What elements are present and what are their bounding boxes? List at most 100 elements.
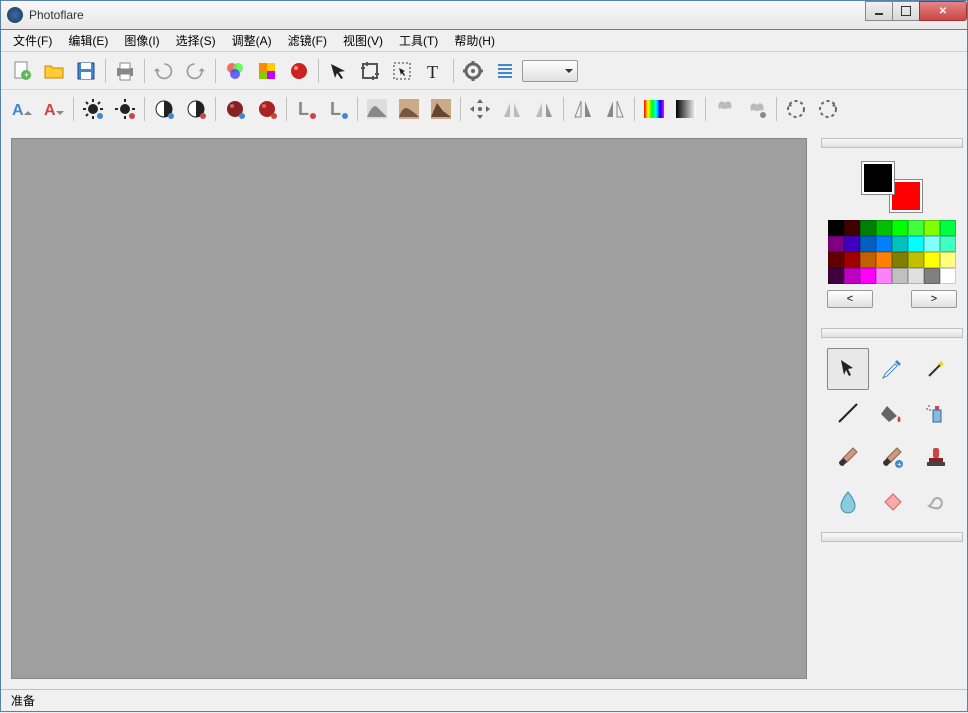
palette-swatch[interactable] xyxy=(908,236,924,252)
palette-swatch[interactable] xyxy=(924,252,940,268)
tools-panel-header[interactable] xyxy=(821,328,963,338)
palette-swatch[interactable] xyxy=(860,220,876,236)
background-color[interactable] xyxy=(890,180,922,212)
red-circle-icon[interactable] xyxy=(284,56,314,86)
contrast-up-icon[interactable] xyxy=(149,94,179,124)
close-button[interactable] xyxy=(919,1,967,21)
checker-icon[interactable] xyxy=(252,56,282,86)
menu-image[interactable]: 图像(I) xyxy=(116,30,167,51)
canvas[interactable] xyxy=(11,138,807,679)
palette-swatch[interactable] xyxy=(828,236,844,252)
saturation-up-icon[interactable] xyxy=(220,94,250,124)
undo-icon[interactable] xyxy=(149,56,179,86)
text-icon[interactable]: T xyxy=(419,56,449,86)
menu-adjust[interactable]: 调整(A) xyxy=(224,30,280,51)
histogram1-icon[interactable] xyxy=(362,94,392,124)
brush-tool[interactable] xyxy=(827,436,869,478)
palette-swatch[interactable] xyxy=(892,252,908,268)
color-panel-header[interactable] xyxy=(821,138,963,148)
select-rect-icon[interactable] xyxy=(387,56,417,86)
color-indicator[interactable] xyxy=(862,162,922,212)
rgb-circles-icon[interactable] xyxy=(220,56,250,86)
brightness-down-icon[interactable] xyxy=(110,94,140,124)
flip-v-gray-icon[interactable] xyxy=(529,94,559,124)
palette-swatch[interactable] xyxy=(892,220,908,236)
gamma-L-icon[interactable]: L xyxy=(291,94,321,124)
menu-help[interactable]: 帮助(H) xyxy=(446,30,503,51)
saturation-down-icon[interactable] xyxy=(252,94,282,124)
palette-swatch[interactable] xyxy=(844,236,860,252)
palette-swatch[interactable] xyxy=(860,252,876,268)
settings-icon[interactable] xyxy=(458,56,488,86)
text-a-blue-icon[interactable]: A xyxy=(7,94,37,124)
butterfly2-icon[interactable] xyxy=(742,94,772,124)
palette-swatch[interactable] xyxy=(876,236,892,252)
line-tool[interactable] xyxy=(827,392,869,434)
flip-h-icon[interactable] xyxy=(568,94,598,124)
palette-next-button[interactable]: > xyxy=(911,290,957,308)
save-icon[interactable] xyxy=(71,56,101,86)
palette-swatch[interactable] xyxy=(828,220,844,236)
print-icon[interactable] xyxy=(110,56,140,86)
palette-swatch[interactable] xyxy=(860,236,876,252)
contrast-down-icon[interactable] xyxy=(181,94,211,124)
redo-icon[interactable] xyxy=(181,56,211,86)
palette-swatch[interactable] xyxy=(876,268,892,284)
grayscale-icon[interactable] xyxy=(671,94,701,124)
histogram2-icon[interactable] xyxy=(394,94,424,124)
palette-swatch[interactable] xyxy=(876,220,892,236)
palette-swatch[interactable] xyxy=(924,268,940,284)
palette-swatch[interactable] xyxy=(844,252,860,268)
blur-tool[interactable] xyxy=(827,480,869,522)
rotate-cw-icon[interactable] xyxy=(813,94,843,124)
palette-swatch[interactable] xyxy=(892,268,908,284)
rotate-ccw-icon[interactable] xyxy=(781,94,811,124)
spray-tool[interactable] xyxy=(915,392,957,434)
open-file-icon[interactable] xyxy=(39,56,69,86)
smudge-tool[interactable] xyxy=(915,480,957,522)
list-icon[interactable] xyxy=(490,56,520,86)
color-picker-tool[interactable] xyxy=(871,348,913,390)
menu-tools[interactable]: 工具(T) xyxy=(391,30,446,51)
palette-prev-button[interactable]: < xyxy=(827,290,873,308)
palette-swatch[interactable] xyxy=(844,268,860,284)
minimize-button[interactable] xyxy=(865,1,893,21)
move-icon[interactable] xyxy=(465,94,495,124)
rainbow-icon[interactable] xyxy=(639,94,669,124)
palette-swatch[interactable] xyxy=(892,236,908,252)
foreground-color[interactable] xyxy=(862,162,894,194)
palette-swatch[interactable] xyxy=(940,252,956,268)
crop-icon[interactable] xyxy=(355,56,385,86)
palette-swatch[interactable] xyxy=(940,268,956,284)
palette-swatch[interactable] xyxy=(876,252,892,268)
bucket-fill-tool[interactable] xyxy=(871,392,913,434)
palette-swatch[interactable] xyxy=(908,252,924,268)
histogram3-icon[interactable] xyxy=(426,94,456,124)
brightness-up-icon[interactable] xyxy=(78,94,108,124)
text-a-red-icon[interactable]: A xyxy=(39,94,69,124)
menu-file[interactable]: 文件(F) xyxy=(5,30,60,51)
palette-swatch[interactable] xyxy=(828,252,844,268)
flip-h-gray-icon[interactable] xyxy=(497,94,527,124)
magic-wand-tool[interactable] xyxy=(915,348,957,390)
arrow-tool-icon[interactable] xyxy=(323,56,353,86)
flip-v-icon[interactable] xyxy=(600,94,630,124)
palette-swatch[interactable] xyxy=(828,268,844,284)
butterfly1-icon[interactable] xyxy=(710,94,740,124)
menu-view[interactable]: 视图(V) xyxy=(335,30,391,51)
palette-swatch[interactable] xyxy=(940,236,956,252)
eraser-tool[interactable] xyxy=(871,480,913,522)
gamma-L-plus-icon[interactable]: L xyxy=(323,94,353,124)
menu-select[interactable]: 选择(S) xyxy=(168,30,224,51)
menu-edit[interactable]: 编辑(E) xyxy=(60,30,116,51)
options-panel-header[interactable] xyxy=(821,532,963,542)
palette-swatch[interactable] xyxy=(908,220,924,236)
maximize-button[interactable] xyxy=(892,1,920,21)
zoom-dropdown[interactable] xyxy=(522,60,578,82)
new-file-icon[interactable]: + xyxy=(7,56,37,86)
menu-filter[interactable]: 滤镜(F) xyxy=(280,30,335,51)
palette-swatch[interactable] xyxy=(860,268,876,284)
palette-swatch[interactable] xyxy=(924,220,940,236)
stamp-tool[interactable] xyxy=(915,436,957,478)
brush-plus-tool[interactable]: + xyxy=(871,436,913,478)
